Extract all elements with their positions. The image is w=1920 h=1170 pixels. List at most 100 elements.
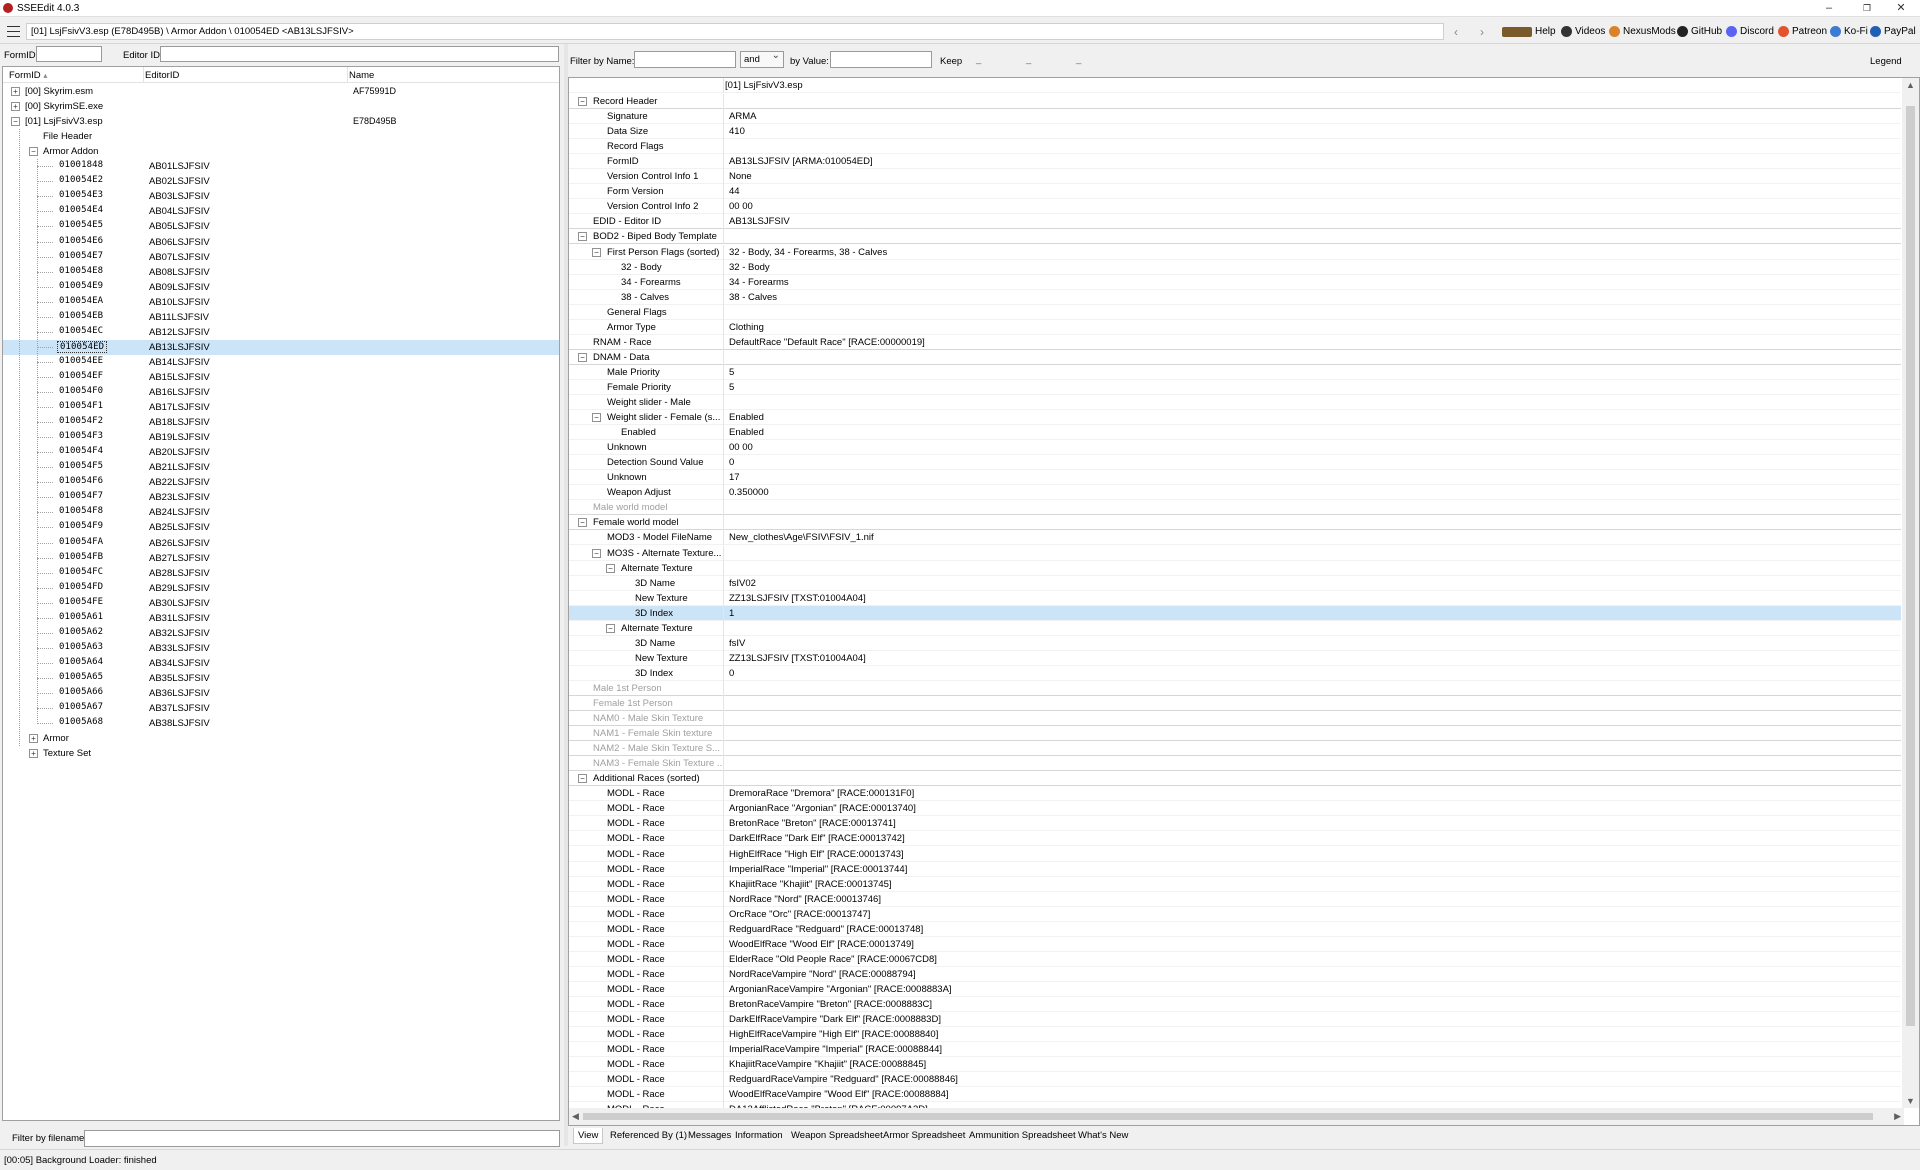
collapse-icon[interactable]: − (578, 352, 587, 362)
keep-option[interactable]: _ (1076, 54, 1081, 65)
record-field-row[interactable]: Version Control Info 2 00 00 (569, 199, 1901, 215)
tree-node-group[interactable]: + Texture Set (3, 746, 559, 761)
record-field-row[interactable]: Female 1st Person (569, 696, 1901, 711)
record-field-row[interactable]: − Additional Races (sorted) (569, 771, 1901, 787)
expand-icon[interactable]: + (29, 749, 38, 759)
keep-option[interactable]: _ (976, 54, 981, 65)
record-grid[interactable]: [01] LsjFsivV3.esp − Record Header Signatu… (568, 77, 1920, 1126)
record-field-row[interactable]: Form Version 44 (569, 184, 1901, 200)
record-field-row[interactable]: 38 - Calves 38 - Calves (569, 289, 1901, 305)
record-field-row[interactable]: 3D Index 0 (569, 665, 1901, 681)
tree-record-row[interactable]: 01005A67 AB37LSJFSIV (3, 701, 559, 716)
record-field-row[interactable]: Armor Type Clothing (569, 319, 1901, 335)
formid-filter-input[interactable] (36, 46, 102, 62)
tree-node-file-header[interactable]: File Header (3, 129, 559, 144)
collapse-icon[interactable]: − (29, 147, 38, 157)
record-field-row[interactable]: MODL - Race RedguardRaceVampire "Redguard… (569, 1072, 1901, 1088)
tree-record-row[interactable]: 010054E6 AB06LSJFSIV (3, 235, 559, 250)
toolbar-link-help[interactable]: Help (1502, 26, 1556, 37)
expand-icon[interactable]: + (29, 734, 38, 744)
collapse-icon[interactable]: − (592, 413, 601, 423)
record-field-row[interactable]: NAM0 - Male Skin Texture (569, 711, 1901, 727)
toolbar-link-patreon[interactable]: Patreon (1778, 26, 1827, 37)
record-path-field[interactable]: [01] LsjFsivV3.esp (E78D495B) \ Armor Ad… (26, 23, 1444, 40)
back-arrow-icon[interactable]: ‹ (1454, 25, 1458, 39)
column-name[interactable]: Name (349, 70, 374, 81)
toolbar-link-paypal[interactable]: PayPal (1870, 26, 1916, 37)
record-field-row[interactable]: − DNAM - Data (569, 349, 1901, 365)
record-field-row[interactable]: MODL - Race BretonRaceVampire "Breton" [R… (569, 997, 1901, 1012)
tree-record-row[interactable]: 010054FC AB28LSJFSIV (3, 566, 559, 581)
close-button[interactable]: ✕ (1886, 0, 1916, 17)
tab-messages[interactable]: Messages (688, 1130, 731, 1141)
tree-record-row[interactable]: 010054EB AB11LSJFSIV (3, 310, 559, 325)
tree-record-row[interactable]: 01005A61 AB31LSJFSIV (3, 611, 559, 626)
tree-record-row[interactable]: 010054ED AB13LSJFSIV (3, 339, 559, 355)
filter-operator-select[interactable]: and (740, 50, 784, 68)
tree-record-row[interactable]: 010054F9 AB25LSJFSIV (3, 520, 559, 535)
record-field-row[interactable]: MODL - Race NordRace "Nord" [RACE:0001374… (569, 891, 1901, 907)
record-field-row[interactable]: Record Flags (569, 139, 1901, 155)
record-field-row[interactable]: Weight slider - Male (569, 395, 1901, 410)
toolbar-link-discord[interactable]: Discord (1726, 26, 1774, 37)
tree-record-row[interactable]: 01005A66 AB36LSJFSIV (3, 686, 559, 701)
tree-record-row[interactable]: 01005A65 AB35LSJFSIV (3, 671, 559, 686)
tree-record-row[interactable]: 010054E4 AB04LSJFSIV (3, 204, 559, 219)
tab-view[interactable]: View (573, 1128, 604, 1144)
tree-record-row[interactable]: 010054F1 AB17LSJFSIV (3, 400, 559, 415)
expand-icon[interactable]: + (11, 102, 20, 112)
forward-arrow-icon[interactable]: › (1480, 25, 1484, 39)
record-field-row[interactable]: MODL - Race DremoraRace "Dremora" [RACE:0… (569, 786, 1901, 802)
record-field-row[interactable]: Unknown 00 00 (569, 440, 1901, 456)
record-field-row[interactable]: MODL - Race NordRaceVampire "Nord" [RACE:… (569, 966, 1901, 982)
record-field-row[interactable]: Male Priority 5 (569, 364, 1901, 380)
tree-record-row[interactable]: 01005A62 AB32LSJFSIV (3, 626, 559, 641)
tree-record-row[interactable]: 010054FE AB30LSJFSIV (3, 596, 559, 611)
record-field-row[interactable]: Unknown 17 (569, 470, 1901, 486)
record-field-row[interactable]: − MO3S - Alternate Texture... (569, 545, 1901, 561)
toolbar-link-ko-fi[interactable]: Ko-Fi (1830, 26, 1868, 37)
column-editorid[interactable]: EditorID (145, 70, 179, 81)
record-field-row[interactable]: MODL - Race ArgonianRace "Argonian" [RACE… (569, 801, 1901, 817)
tab-ammunition-spreadsheet[interactable]: Ammunition Spreadsheet (969, 1130, 1076, 1141)
tree-node-file[interactable]: − [01] LsjFsivV3.esp E78D495B (3, 114, 559, 129)
collapse-icon[interactable]: − (578, 774, 587, 784)
record-field-row[interactable]: NAM1 - Female Skin texture (569, 726, 1901, 742)
record-field-row[interactable]: MOD3 - Model FileName New_clothes\Age\FSI… (569, 530, 1901, 546)
tree-record-row[interactable]: 010054F3 AB19LSJFSIV (3, 430, 559, 445)
record-field-row[interactable]: MODL - Race ArgonianRaceVampire "Argonian… (569, 981, 1901, 997)
record-field-row[interactable]: New Texture ZZ13LSJFSIV [TXST:01004A04] (569, 650, 1901, 666)
record-field-row[interactable]: − Alternate Texture (569, 560, 1901, 576)
menu-icon[interactable] (7, 26, 20, 37)
record-field-row[interactable]: MODL - Race OrcRace "Orc" [RACE:00013747] (569, 906, 1901, 922)
record-field-row[interactable]: 34 - Forearms 34 - Forearms (569, 274, 1901, 290)
record-field-row[interactable]: New Texture ZZ13LSJFSIV [TXST:01004A04] (569, 590, 1901, 606)
record-field-row[interactable]: MODL - Race WoodElfRace "Wood Elf" [RACE:… (569, 936, 1901, 952)
tab-armor-spreadsheet[interactable]: Armor Spreadsheet (883, 1130, 965, 1141)
record-field-row[interactable]: MODL - Race DarkElfRaceVampire "Dark Elf"… (569, 1012, 1901, 1028)
tree-record-row[interactable]: 010054E5 AB05LSJFSIV (3, 219, 559, 234)
vertical-scrollbar[interactable]: ▲ ▼ (1902, 78, 1919, 1108)
tree-record-row[interactable]: 010054F6 AB22LSJFSIV (3, 475, 559, 490)
column-formid[interactable]: FormID ▴ (9, 70, 47, 81)
horizontal-scrollbar[interactable]: ◀ ▶ (569, 1108, 1904, 1125)
tab-weapon-spreadsheet[interactable]: Weapon Spreadsheet (791, 1130, 883, 1141)
keep-option[interactable]: _ (1026, 54, 1031, 65)
tree-record-row[interactable]: 01005A64 AB34LSJFSIV (3, 656, 559, 671)
horizontal-scroll-thumb[interactable] (583, 1113, 1873, 1120)
tree-record-row[interactable]: 010054EF AB15LSJFSIV (3, 370, 559, 385)
record-field-row[interactable]: NAM3 - Female Skin Texture ... (569, 756, 1901, 772)
tree-record-row[interactable]: 010054E3 AB03LSJFSIV (3, 189, 559, 204)
tab-referenced-by-1[interactable]: Referenced By (1) (610, 1130, 687, 1141)
record-field-row[interactable]: 3D Name fsIV02 (569, 575, 1901, 591)
collapse-icon[interactable]: − (606, 623, 615, 633)
record-field-row[interactable]: 3D Index 1 (569, 605, 1901, 621)
toolbar-link-github[interactable]: GitHub (1677, 26, 1722, 37)
filter-name-input[interactable] (634, 51, 736, 68)
record-tree[interactable]: FormID ▴ EditorID Name + [00] Skyrim.esm A… (2, 66, 560, 1121)
record-field-row[interactable]: − Weight slider - Female (s... Enabled (569, 410, 1901, 426)
tree-record-row[interactable]: 010054EA AB10LSJFSIV (3, 295, 559, 310)
record-field-row[interactable]: Enabled Enabled (569, 425, 1901, 441)
filename-filter-input[interactable] (84, 1130, 560, 1147)
record-field-row[interactable]: Male 1st Person (569, 680, 1901, 696)
